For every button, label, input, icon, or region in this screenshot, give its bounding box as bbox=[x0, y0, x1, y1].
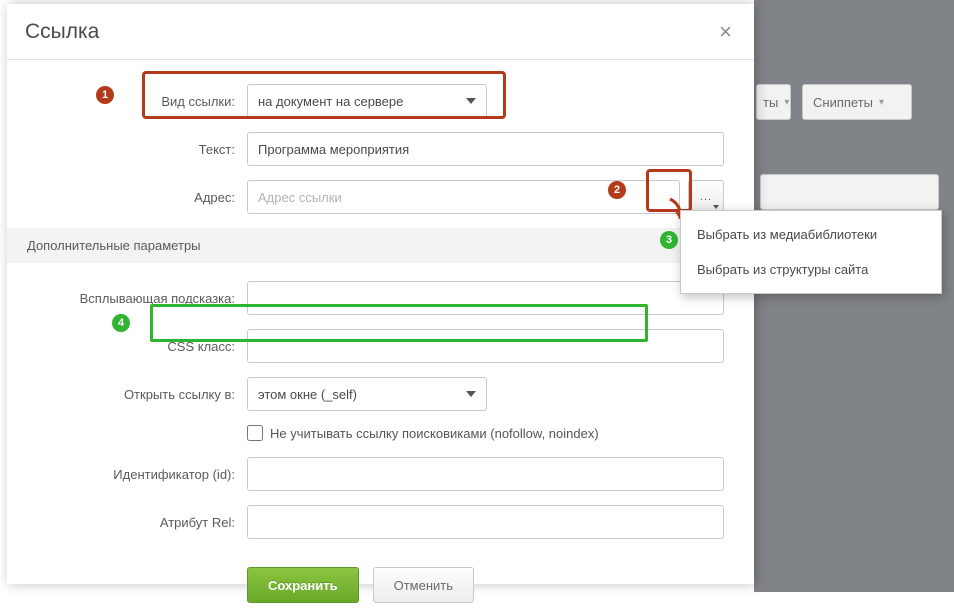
row-rel: Атрибут Rel: bbox=[37, 505, 724, 539]
bg-toolbar-button-snippets[interactable]: Сниппеты ▾ bbox=[802, 84, 912, 120]
css-input[interactable] bbox=[247, 329, 724, 363]
link-dialog: Ссылка × Вид ссылки: на документ на серв… bbox=[7, 4, 754, 584]
browse-button[interactable]: ... bbox=[688, 180, 724, 214]
chevron-down-icon: ▾ bbox=[879, 97, 884, 108]
dropdown-site-structure[interactable]: Выбрать из структуры сайта bbox=[681, 252, 941, 287]
close-icon[interactable]: × bbox=[715, 15, 736, 49]
rel-input[interactable] bbox=[247, 505, 724, 539]
bg-toolbar-bar bbox=[760, 174, 939, 210]
row-tooltip: Всплывающая подсказка: bbox=[37, 281, 724, 315]
text-input[interactable] bbox=[247, 132, 724, 166]
marker-2: 2 bbox=[608, 181, 626, 199]
target-select[interactable]: этом окне (_self) bbox=[247, 377, 487, 411]
section-additional: Дополнительные параметры bbox=[7, 228, 754, 263]
nofollow-label: Не учитывать ссылку поисковиками (nofoll… bbox=[270, 426, 599, 441]
id-label: Идентификатор (id): bbox=[37, 467, 247, 482]
browse-dropdown: Выбрать из медиабиблиотеки Выбрать из ст… bbox=[680, 210, 942, 294]
tooltip-input[interactable] bbox=[247, 281, 724, 315]
dialog-title: Ссылка bbox=[25, 20, 99, 44]
id-input[interactable] bbox=[247, 457, 724, 491]
row-text: Текст: bbox=[37, 132, 724, 166]
css-label: CSS класс: bbox=[37, 339, 247, 354]
link-type-label: Вид ссылки: bbox=[37, 94, 247, 109]
marker-4: 4 bbox=[112, 314, 130, 332]
dropdown-media-library[interactable]: Выбрать из медиабиблиотеки bbox=[681, 217, 941, 252]
dialog-buttons: Сохранить Отменить bbox=[37, 567, 724, 603]
row-nofollow: Не учитывать ссылку поисковиками (nofoll… bbox=[37, 425, 724, 441]
row-id: Идентификатор (id): bbox=[37, 457, 724, 491]
chevron-down-icon: ▾ bbox=[784, 97, 789, 108]
save-button[interactable]: Сохранить bbox=[247, 567, 359, 603]
target-label: Открыть ссылку в: bbox=[37, 387, 247, 402]
link-type-select[interactable]: на документ на сервере bbox=[247, 84, 487, 118]
cancel-button[interactable]: Отменить bbox=[373, 567, 474, 603]
dialog-body: Вид ссылки: на документ на сервере Текст… bbox=[7, 60, 754, 613]
nofollow-checkbox[interactable] bbox=[247, 425, 263, 441]
marker-3: 3 bbox=[660, 231, 678, 249]
marker-1: 1 bbox=[96, 86, 114, 104]
address-label: Адрес: bbox=[37, 190, 247, 205]
tooltip-label: Всплывающая подсказка: bbox=[37, 291, 247, 306]
rel-label: Атрибут Rel: bbox=[37, 515, 247, 530]
bg-toolbar-button-cut[interactable]: ты ▾ bbox=[756, 84, 791, 120]
dialog-header: Ссылка × bbox=[7, 4, 754, 60]
row-css: CSS класс: bbox=[37, 329, 724, 363]
row-link-type: Вид ссылки: на документ на сервере bbox=[37, 84, 724, 118]
text-label: Текст: bbox=[37, 142, 247, 157]
row-target: Открыть ссылку в: этом окне (_self) bbox=[37, 377, 724, 411]
